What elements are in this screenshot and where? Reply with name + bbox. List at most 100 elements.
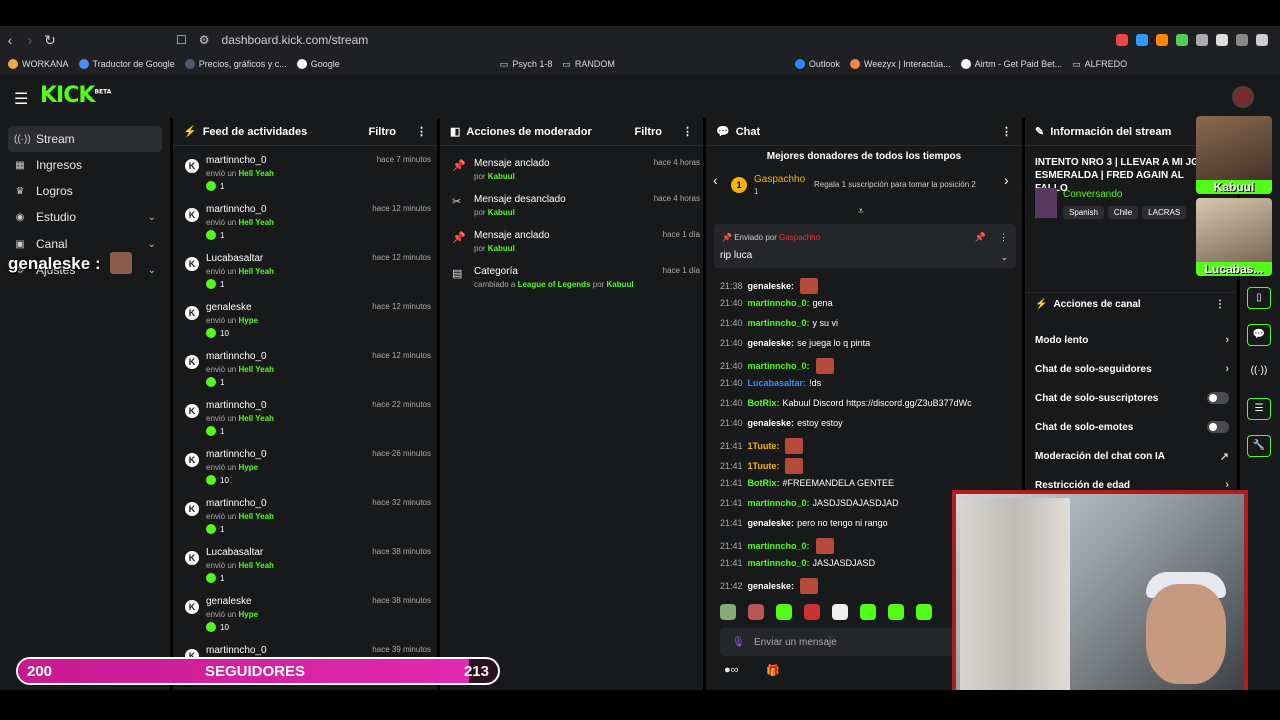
bookmark-folder[interactable]: ▭ ALFREDO <box>1072 59 1127 70</box>
microphone-icon[interactable]: 🎙 <box>732 637 745 648</box>
chat-username[interactable]: martinncho_0: <box>748 558 810 568</box>
donor-name[interactable]: Gaspachho <box>754 174 805 185</box>
chat-username[interactable]: genaleske: <box>748 418 795 428</box>
kick-logo[interactable]: KICKBETA <box>40 83 111 108</box>
chat-username[interactable]: martinncho_0: <box>748 298 810 308</box>
toggle-switch[interactable] <box>1207 421 1229 433</box>
address-bar[interactable]: ☐ ⚙ dashboard.kick.com/stream <box>176 33 368 47</box>
feed-username[interactable]: martinncho_0 <box>206 400 267 411</box>
rail-button-wrench-icon[interactable]: 🔧 <box>1247 435 1271 457</box>
more-options-icon[interactable]: ⋮ <box>682 125 693 138</box>
feed-username[interactable]: martinncho_0 <box>206 498 267 509</box>
bookmark-item[interactable]: Google <box>296 59 340 69</box>
chat-username[interactable]: martinncho_0: <box>748 541 810 551</box>
feed-username[interactable]: Lucabasaltar <box>206 547 263 558</box>
sidebar-item-estudio[interactable]: ◉ Estudio ⌄ <box>8 204 162 230</box>
emote-button[interactable] <box>776 604 792 620</box>
extension-icon[interactable] <box>1136 34 1148 46</box>
feed-username[interactable]: genaleske <box>206 302 252 313</box>
activity-feed-row[interactable]: K Lucabasaltar hace 38 minutos envió un … <box>183 544 431 593</box>
feed-username[interactable]: martinncho_0 <box>206 645 267 656</box>
feed-username[interactable]: martinncho_0 <box>206 351 267 362</box>
feed-username[interactable]: martinncho_0 <box>206 449 267 460</box>
bookmark-item[interactable]: Outlook <box>794 59 840 69</box>
activity-feed-row[interactable]: K martinncho_0 hace 26 minutos envió un … <box>183 446 431 495</box>
activity-feed-row[interactable]: K martinncho_0 hace 32 minutos envió un … <box>183 495 431 544</box>
activity-feed-row[interactable]: K Lucabasaltar hace 12 minutos envió un … <box>183 250 431 299</box>
more-options-icon[interactable]: ⋮ <box>999 232 1008 243</box>
chat-username[interactable]: BotRix: <box>748 398 780 408</box>
bookmark-folder[interactable]: ▭ Psych 1-8 <box>500 59 553 70</box>
more-options-icon[interactable]: ⋮ <box>1215 299 1225 310</box>
bookmark-star-icon[interactable]: ☐ <box>176 33 187 47</box>
gift-sub-prompt[interactable]: Regala 1 suscripción para tomar la posic… <box>814 180 976 189</box>
chat-username[interactable]: martinncho_0: <box>748 318 810 328</box>
emote-button[interactable] <box>748 604 764 620</box>
sidebar-item-ingresos[interactable]: ▦ Ingresos <box>8 152 162 178</box>
chat-username[interactable]: 1Tuute: <box>748 441 780 451</box>
chat-username[interactable]: martinncho_0: <box>748 498 810 508</box>
emote-button[interactable] <box>888 604 904 620</box>
user-avatar[interactable] <box>1232 86 1254 108</box>
sidebar-item-logros[interactable]: ♛ Logros <box>8 178 162 204</box>
activity-feed-row[interactable]: K genaleske hace 38 minutos envió un Hyp… <box>183 593 431 642</box>
rail-button-broadcast-icon[interactable]: ((·)) <box>1247 361 1271 383</box>
stream-category[interactable]: Conversando <box>1063 189 1122 200</box>
chat-username[interactable]: Lucabasaltar: <box>748 378 807 388</box>
feed-username[interactable]: genaleske <box>206 596 252 607</box>
activity-feed-row[interactable]: K martinncho_0 hace 12 minutos envió un … <box>183 201 431 250</box>
feed-username[interactable]: martinncho_0 <box>206 204 267 215</box>
extension-icon[interactable] <box>1156 34 1168 46</box>
channel-action-item[interactable]: Modo lento › <box>1035 334 1229 346</box>
profile-icon[interactable] <box>1256 34 1268 46</box>
unpin-icon[interactable]: 📌 <box>975 232 986 243</box>
activity-feed-row[interactable]: K martinncho_0 hace 12 minutos envió un … <box>183 348 431 397</box>
channel-action-item[interactable]: Moderación del chat con IA ↗ <box>1035 450 1229 463</box>
chat-username[interactable]: genaleske: <box>748 518 795 528</box>
site-info-icon[interactable]: ⚙ <box>199 33 210 47</box>
channel-action-item[interactable]: Chat de solo-seguidores › <box>1035 363 1229 375</box>
forward-icon[interactable]: › <box>20 32 40 48</box>
feed-filter-button[interactable]: Filtro <box>369 126 397 138</box>
extension-icon[interactable] <box>1196 34 1208 46</box>
more-options-icon[interactable]: ⋮ <box>416 125 427 138</box>
bookmark-item[interactable]: Precios, gráficos y c... <box>184 59 287 69</box>
extension-icon[interactable] <box>1216 34 1228 46</box>
bookmark-item[interactable]: WORKANA <box>8 59 69 69</box>
emote-button[interactable] <box>832 604 848 620</box>
feed-username[interactable]: martinncho_0 <box>206 155 267 166</box>
rail-button-chat-icon[interactable]: 💬 <box>1247 324 1271 346</box>
bookmark-item[interactable]: Airtm - Get Paid Bet... <box>960 59 1062 69</box>
chat-username[interactable]: genaleske: <box>748 581 795 591</box>
emote-button[interactable] <box>860 604 876 620</box>
bookmark-folder[interactable]: ▭ RANDOM <box>562 59 615 70</box>
chat-username[interactable]: 1Tuute: <box>748 461 780 471</box>
emote-picker-icon[interactable]: ●∞ <box>724 664 739 676</box>
rail-button-list-icon[interactable]: ☰ <box>1247 398 1271 420</box>
activity-feed-row[interactable]: K genaleske hace 12 minutos envió un Hyp… <box>183 299 431 348</box>
more-options-icon[interactable]: ⋮ <box>1001 125 1012 138</box>
channel-action-item[interactable]: Chat de solo-emotes <box>1035 421 1229 433</box>
sidebar-item-stream[interactable]: ((·)) Stream <box>8 126 162 152</box>
chat-message-input[interactable]: 🎙 Enviar un mensaje <box>720 628 960 656</box>
extension-icon[interactable] <box>1236 34 1248 46</box>
chat-username[interactable]: BotRix: <box>748 478 780 488</box>
chat-username[interactable]: genaleske: <box>748 281 795 291</box>
extension-icon[interactable] <box>1116 34 1128 46</box>
chat-username[interactable]: genaleske: <box>748 338 795 348</box>
chat-username[interactable]: martinncho_0: <box>748 361 810 371</box>
channel-action-item[interactable]: Chat de solo-suscriptores <box>1035 392 1229 404</box>
back-icon[interactable]: ‹ <box>0 32 20 48</box>
emote-button[interactable] <box>804 604 820 620</box>
reload-icon[interactable]: ↻ <box>40 32 60 49</box>
url-text[interactable]: dashboard.kick.com/stream <box>222 33 369 47</box>
collapse-donors-icon[interactable]: ⩡ <box>858 206 864 217</box>
gift-icon[interactable]: 🎁 <box>766 664 780 677</box>
bookmark-item[interactable]: Weezyx | Interactúa... <box>849 59 951 69</box>
hamburger-menu-icon[interactable]: ☰ <box>14 89 28 109</box>
emote-button[interactable] <box>720 604 736 620</box>
toggle-switch[interactable] <box>1207 392 1229 404</box>
rail-button-phone-icon[interactable]: ▯ <box>1247 287 1271 309</box>
mod-filter-button[interactable]: Filtro <box>635 126 663 138</box>
chevron-down-icon[interactable]: ⌄ <box>1000 252 1008 263</box>
